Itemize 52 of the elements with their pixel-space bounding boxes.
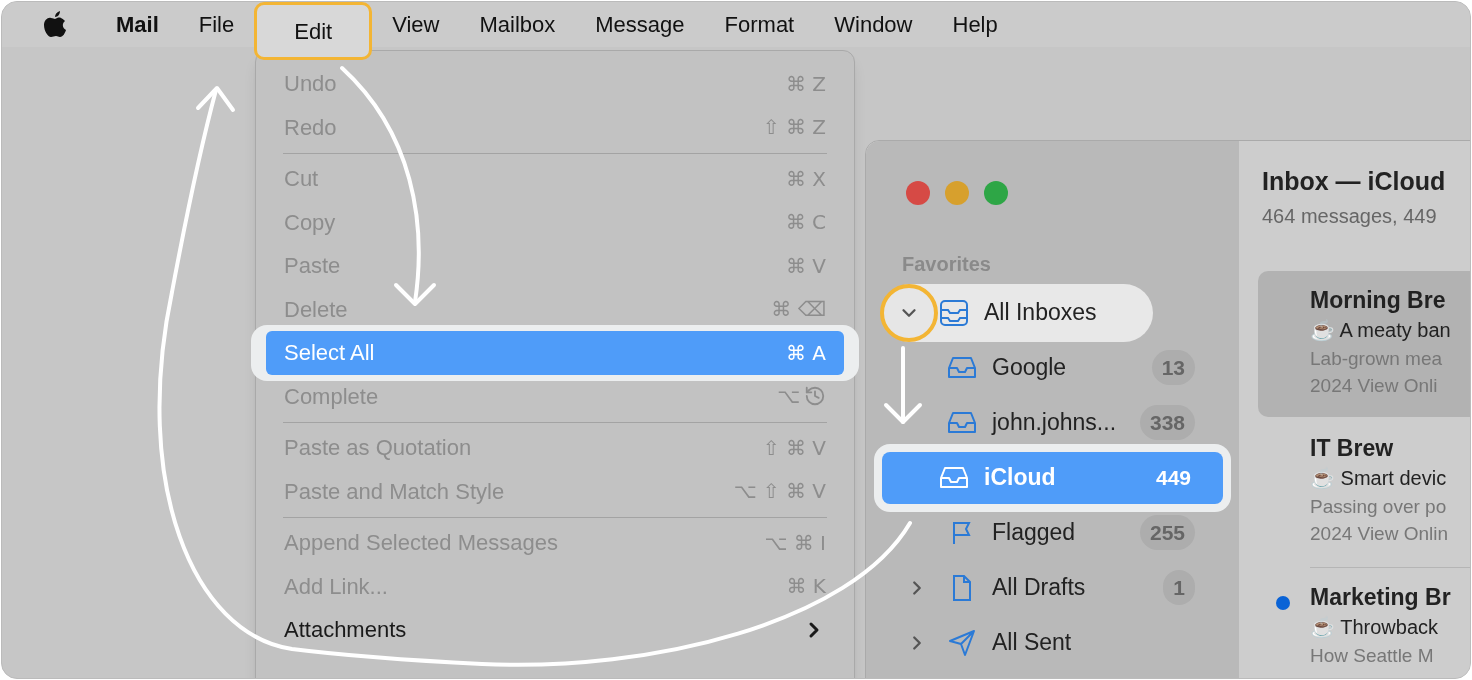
count-badge: 338 — [1139, 404, 1195, 441]
message-count: 464 messages, 449 — [1261, 203, 1438, 229]
menu-bar-item[interactable]: File — [178, 8, 255, 41]
shortcut-text: ⌘ A — [785, 339, 826, 367]
message-item[interactable]: Marketing Br ☕ Throwback How Seattle M — [1258, 567, 1470, 678]
document-icon — [951, 573, 973, 602]
minimize-button[interactable] — [945, 181, 969, 205]
sender-name: IT Brew — [1310, 433, 1395, 463]
tray-icon — [947, 355, 977, 380]
zoom-button[interactable] — [984, 181, 1008, 205]
message-subject: ☕ A meaty ban — [1310, 317, 1452, 343]
count-badge: 13 — [1151, 349, 1195, 386]
close-button[interactable] — [906, 181, 930, 205]
shortcut-text: ⌥ — [776, 383, 800, 411]
logo-icon[interactable] — [42, 9, 68, 40]
message-preview: Lab-grown mea — [1310, 346, 1444, 371]
message-subject: ☕ Smart devic — [1310, 465, 1448, 491]
menu-bar-item[interactable]: Window — [814, 8, 933, 41]
menu-bar-item[interactable]: Help — [932, 8, 1018, 41]
message-subject: ☕ Throwback — [1310, 614, 1439, 640]
mailbox-title: Inbox — iCloud — [1261, 166, 1447, 197]
message-preview: How Seattle M — [1310, 643, 1435, 668]
sidebar-item[interactable]: All Inboxes — [882, 283, 1153, 342]
sidebar-item[interactable]: All Drafts 1 — [890, 567, 1217, 608]
menu-bar-item[interactable]: Format — [704, 8, 815, 41]
stacked-tray-icon — [939, 298, 969, 327]
paper-plane-icon — [948, 628, 976, 657]
menu-bar-item[interactable]: View — [372, 8, 460, 41]
sender-name: Morning Bre — [1310, 285, 1447, 315]
count-badge: 1 — [1163, 569, 1195, 606]
message-item[interactable]: Morning Bre ☕ A meaty ban Lab-grown mea 2024 View Onli — [1258, 270, 1470, 417]
shortcut-text: ⌘ ⌫ — [771, 296, 826, 324]
message-preview: 2024 View Onlin — [1310, 521, 1450, 546]
message-preview: 2024 View Onli — [1310, 373, 1439, 398]
message-item[interactable]: IT Brew ☕ Smart devic Passing over po 2024 View Onlin — [1258, 418, 1470, 565]
menu-item[interactable]: Attachments — [266, 614, 844, 645]
sidebar-item[interactable]: Google 13 — [934, 347, 1217, 388]
count-badge: 255 — [1139, 514, 1195, 551]
menu-bar-item[interactable]: Message — [575, 8, 705, 41]
menu-bar-item[interactable]: Mail — [96, 8, 179, 41]
clock-arrow-icon — [804, 385, 826, 408]
sidebar-item[interactable]: john.johns... 338 — [934, 402, 1217, 443]
menu-bar-item[interactable]: Edit — [254, 2, 373, 60]
menu-bar-item[interactable]: Mailbox — [459, 8, 576, 41]
message-preview: Passing over po — [1310, 494, 1448, 519]
tray-icon — [939, 465, 969, 490]
sender-name: Marketing Br — [1310, 582, 1452, 612]
chevron-down-icon[interactable] — [880, 283, 938, 342]
tray-icon — [947, 410, 977, 435]
sidebar-item[interactable]: Flagged 255 — [920, 512, 1217, 553]
sidebar-item[interactable]: All Sent — [890, 622, 1217, 663]
unread-count: 449 — [1154, 464, 1192, 491]
